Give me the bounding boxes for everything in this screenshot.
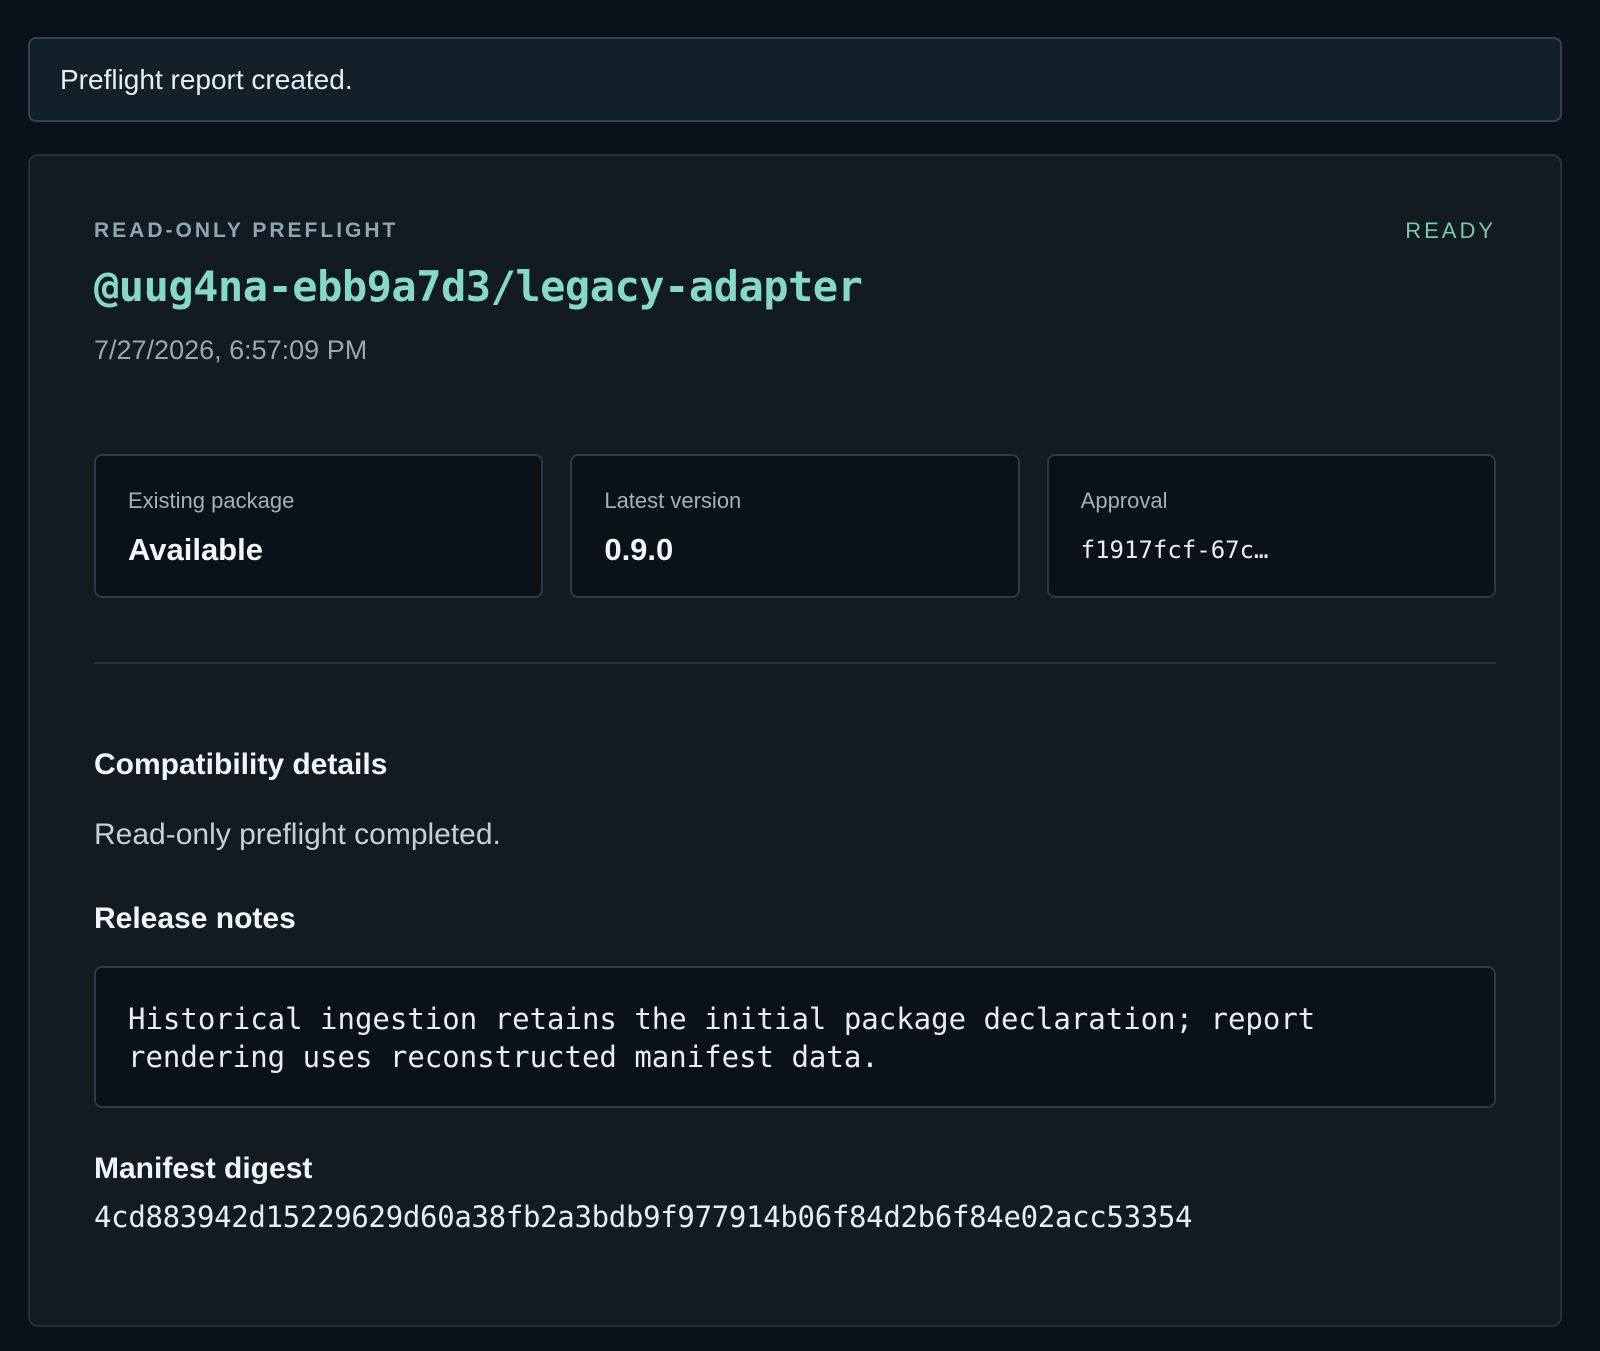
package-name: @uug4na-ebb9a7d3/legacy-adapter [94,262,863,311]
compatibility-title: Compatibility details [94,748,388,781]
compatibility-text: Read-only preflight completed. [94,818,501,851]
stat-value: f1917fcf-67c… [1080,536,1269,564]
report-eyebrow: READ-ONLY PREFLIGHT [94,219,399,242]
report-header: READ-ONLY PREFLIGHT READY [94,218,1496,244]
status-badge: READY [1405,218,1496,243]
stat-existing-package: Existing package Available [94,454,544,598]
manifest-digest-value: 4cd883942d15229629d60a38fb2a3bdb9f977914… [94,1200,1193,1234]
stat-label: Latest version [604,488,742,513]
release-notes-box: Historical ingestion retains the initial… [94,966,1496,1108]
stat-label: Approval [1080,488,1168,513]
notice-text: Preflight report created. [60,63,353,95]
release-notes-title: Release notes [94,902,296,935]
stat-value: 0.9.0 [604,532,674,567]
preflight-report-card: READ-ONLY PREFLIGHT READY @uug4na-ebb9a7… [28,154,1562,1327]
stat-value: Available [128,532,263,567]
page: Preflight report created. READ-ONLY PREF… [0,0,1600,1351]
divider [94,662,1496,664]
stat-approval: Approval f1917fcf-67c… [1046,454,1496,598]
stats-row: Existing package Available Latest versio… [94,454,1496,598]
report-timestamp: 7/27/2026, 6:57:09 PM [94,335,368,365]
success-notice: Preflight report created. [28,37,1562,122]
manifest-digest-title: Manifest digest [94,1152,313,1185]
stat-label: Existing package [128,488,295,513]
stat-latest-version: Latest version 0.9.0 [570,454,1020,598]
